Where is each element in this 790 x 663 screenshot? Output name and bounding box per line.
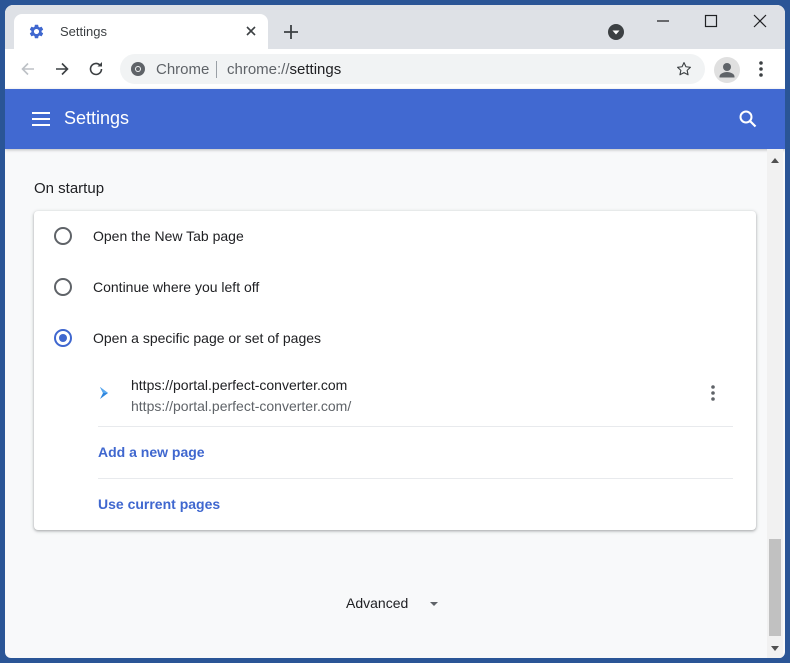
scroll-up-arrow-icon[interactable] (771, 157, 779, 163)
reload-icon[interactable] (86, 59, 106, 79)
person-icon (719, 63, 735, 78)
section-title-on-startup: On startup (34, 180, 105, 197)
settings-content: On startup Open the New Tab page Continu… (5, 149, 767, 658)
startup-page-entry: https://portal.perfect-converter.com htt… (34, 368, 756, 426)
scrollbar[interactable] (767, 149, 783, 658)
add-new-page-link[interactable]: Add a new page (98, 444, 205, 460)
option-label: Open the New Tab page (93, 228, 244, 244)
url-path: settings (289, 61, 342, 78)
divider (98, 426, 733, 427)
tab-settings[interactable]: Settings (14, 14, 268, 49)
page-title: Settings (64, 108, 130, 128)
tab-search-dropdown-icon[interactable] (608, 24, 624, 40)
startup-option-specific-pages[interactable]: Open a specific page or set of pages (34, 313, 756, 364)
tab-strip: Settings (5, 5, 785, 49)
startup-page-url: https://portal.perfect-converter.com/ (131, 398, 352, 414)
use-current-pages-link[interactable]: Use current pages (98, 496, 220, 512)
hamburger-menu-icon[interactable] (31, 110, 51, 128)
close-tab-icon[interactable] (242, 22, 260, 40)
divider (98, 478, 733, 479)
new-tab-icon[interactable] (281, 22, 301, 42)
omnibox-chip: Chrome (156, 61, 210, 78)
omnibox-separator (216, 61, 217, 78)
advanced-toggle[interactable]: Advanced (346, 595, 408, 611)
search-icon[interactable] (738, 109, 758, 129)
browser-window: Settings Chrome chrome://settings Settin… (5, 5, 785, 658)
toolbar: Chrome chrome://settings (5, 49, 785, 89)
startup-option-continue[interactable]: Continue where you left off (34, 262, 756, 313)
startup-option-new-tab[interactable]: Open the New Tab page (34, 211, 756, 262)
bookmark-star-icon[interactable] (675, 60, 693, 78)
maximize-icon[interactable] (699, 11, 723, 35)
more-actions-icon[interactable] (705, 383, 721, 403)
address-bar[interactable]: Chrome chrome://settings (120, 54, 705, 84)
scroll-down-arrow-icon[interactable] (771, 646, 779, 652)
radio-button[interactable] (54, 227, 72, 245)
caret-down-icon[interactable] (428, 598, 440, 610)
chrome-menu-icon[interactable] (755, 59, 767, 79)
profile-avatar[interactable] (714, 57, 740, 83)
scrollbar-thumb[interactable] (769, 539, 781, 636)
close-window-icon[interactable] (748, 11, 772, 35)
forward-icon[interactable] (52, 59, 72, 79)
tab-title: Settings (60, 24, 107, 39)
omnibox-url[interactable]: chrome://settings (227, 61, 341, 78)
minimize-icon[interactable] (651, 11, 675, 35)
option-label: Open a specific page or set of pages (93, 330, 322, 346)
option-label: Continue where you left off (93, 279, 260, 295)
back-icon[interactable] (18, 59, 38, 79)
url-scheme: chrome:// (227, 61, 290, 78)
site-favicon-icon (100, 387, 108, 399)
radio-button[interactable] (54, 278, 72, 296)
radio-button-selected[interactable] (54, 329, 72, 347)
settings-header: Settings (5, 89, 785, 149)
gear-icon (29, 24, 44, 39)
startup-page-title: https://portal.perfect-converter.com (131, 377, 348, 393)
startup-card: Open the New Tab page Continue where you… (34, 211, 756, 530)
chrome-logo-icon (131, 62, 145, 76)
